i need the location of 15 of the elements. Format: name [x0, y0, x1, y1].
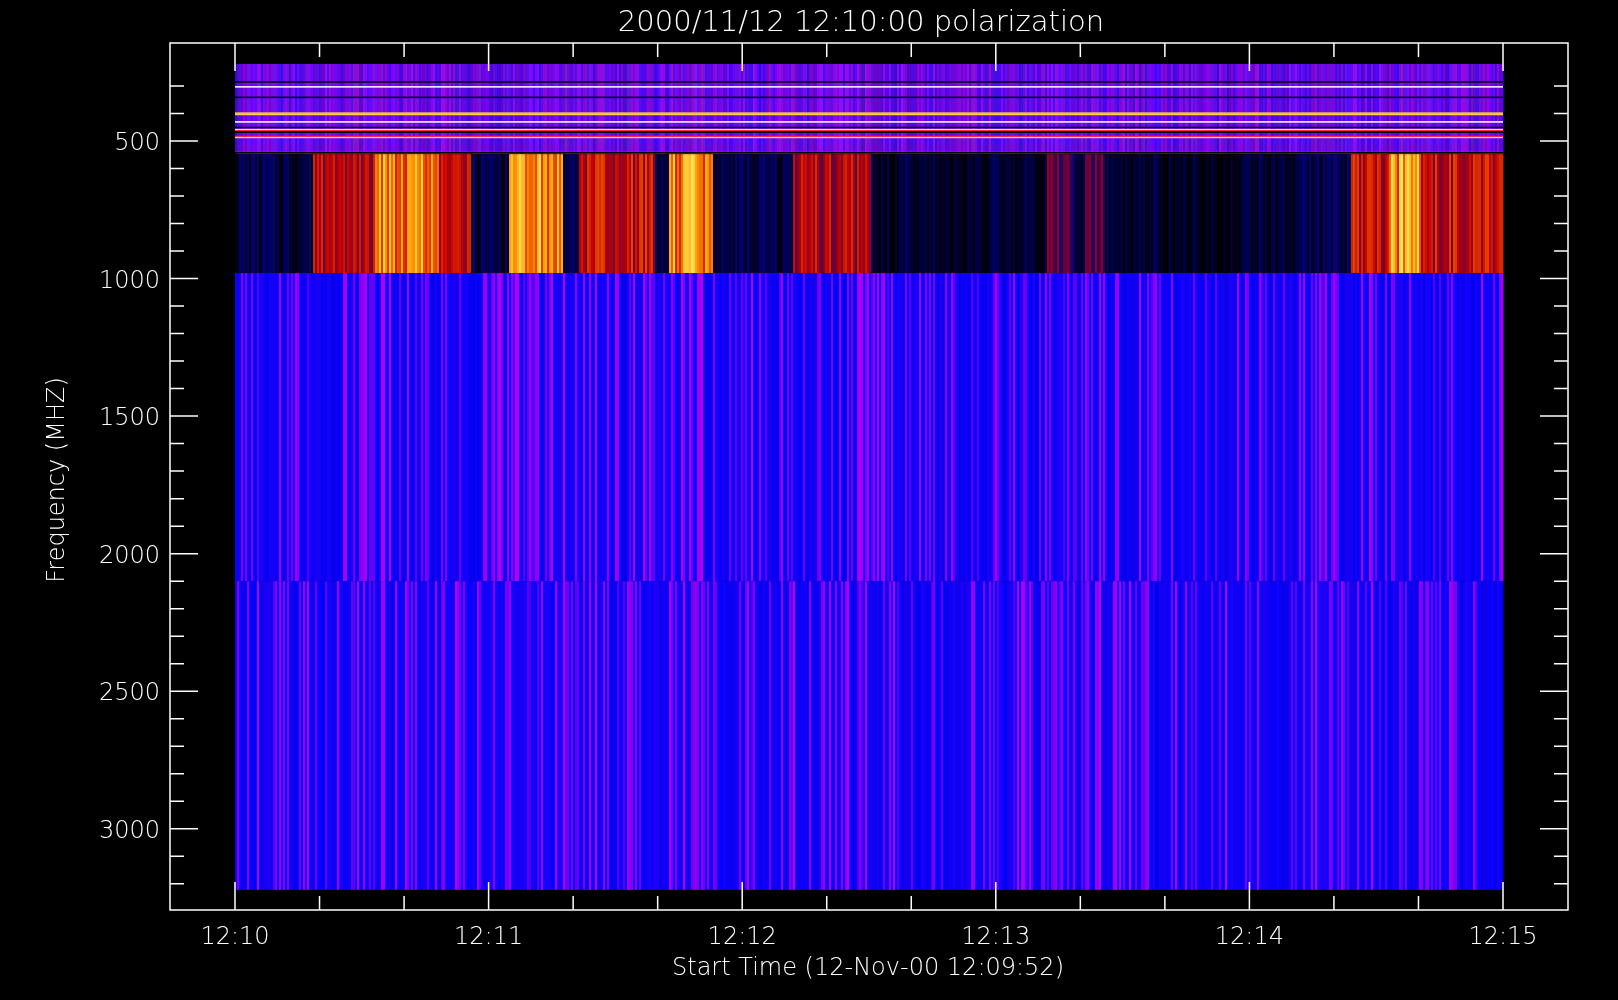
tick-label: 12:14	[1214, 922, 1284, 950]
tick-label: 2500	[98, 678, 160, 707]
y-axis-label: Frequency (MHZ)	[42, 377, 70, 583]
tick-label: 12:15	[1468, 922, 1538, 950]
tick-label: 12:10	[200, 922, 270, 950]
x-axis-label: Start Time (12-Nov-00 12:09:52)	[672, 953, 1064, 981]
tick-label: 12:12	[707, 922, 777, 950]
tick-label: 1000	[98, 265, 160, 294]
tick-label: 3000	[98, 815, 160, 844]
tick-label: 12:11	[454, 922, 524, 950]
tick-label: 12:13	[961, 922, 1031, 950]
tick-label: 1500	[98, 403, 160, 432]
tick-label: 2000	[98, 540, 160, 569]
tick-label: 500	[114, 128, 160, 156]
plot-title: 2000/11/12 12:10:00 polarization	[617, 4, 1105, 38]
